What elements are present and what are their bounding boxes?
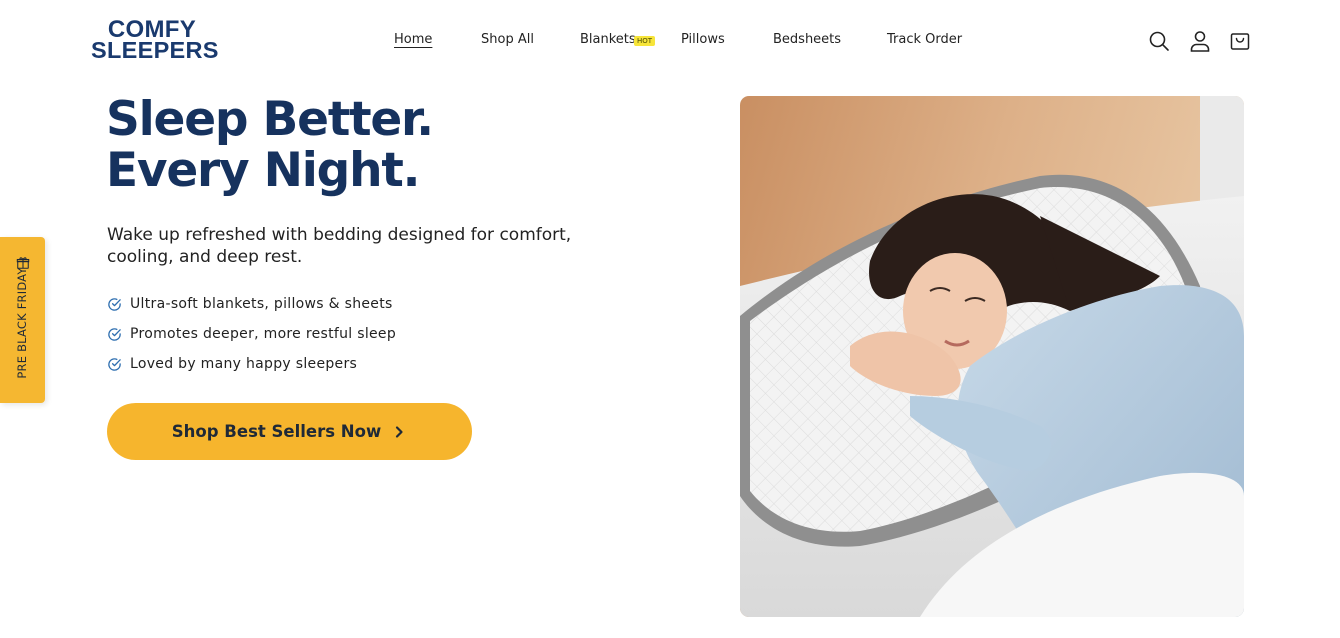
nav-blankets[interactable]: Blankets [580,32,636,47]
nav-home[interactable]: Home [394,32,432,47]
nav-bedsheets[interactable]: Bedsheets [773,32,841,47]
cart-icon[interactable] [1228,29,1252,53]
check-circle-icon [108,328,121,341]
hero-title-line-2: Every Night. [106,143,420,198]
brand-logo[interactable]: COMFY SLEEPERS [91,18,219,63]
feature-text: Ultra-soft blankets, pillows & sheets [130,296,393,312]
chevron-right-icon [396,425,403,438]
check-circle-icon [108,358,121,371]
hero-subtitle: Wake up refreshed with bedding designed … [107,225,572,267]
feature-text: Loved by many happy sleepers [130,356,358,372]
account-icon[interactable] [1188,29,1212,53]
search-icon[interactable] [1147,29,1171,53]
brand-line-2: SLEEPERS [91,37,219,63]
nav-track-order[interactable]: Track Order [887,32,962,47]
pre-black-friday-tab[interactable]: PRE BLACK FRIDAY [0,237,45,403]
nav-shop-all[interactable]: Shop All [481,32,534,47]
hot-badge: HOT [634,36,656,46]
side-tab-label: PRE BLACK FRIDAY [15,267,29,379]
shop-best-sellers-button[interactable]: Shop Best Sellers Now [107,403,472,460]
hero-image [740,96,1244,617]
nav-pillows[interactable]: Pillows [681,32,725,47]
hero-title-line-1: Sleep Better. [106,92,434,147]
cta-label: Shop Best Sellers Now [171,422,382,441]
check-circle-icon [108,298,121,311]
hero-title: Sleep Better. Every Night. [106,92,434,198]
feature-text: Promotes deeper, more restful sleep [130,326,397,342]
